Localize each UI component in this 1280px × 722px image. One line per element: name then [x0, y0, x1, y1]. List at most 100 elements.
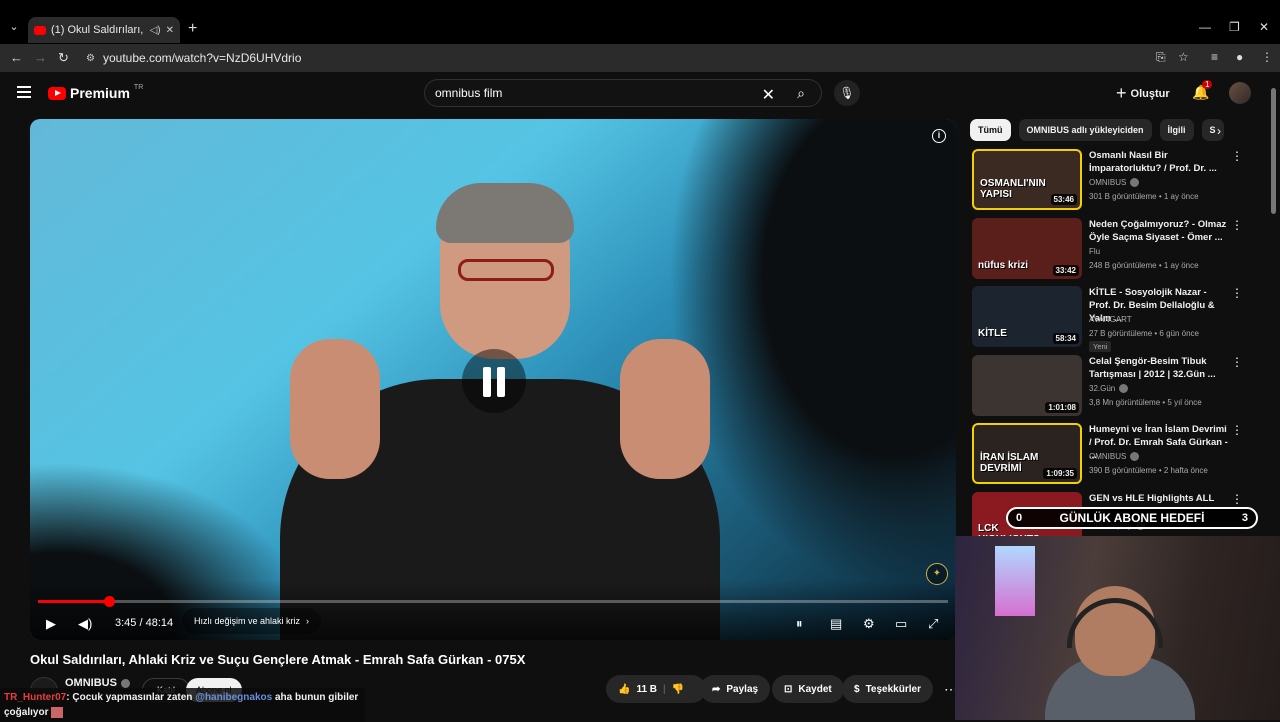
recommendation-item[interactable]: nüfus krizi 33:42 Neden Çoğalmıyoruz? - Ol…	[970, 216, 1270, 285]
tab-close-icon[interactable]: ✕	[166, 25, 174, 36]
recommendation-meta: 3,8 Mn görüntüleme • 5 yıl önce	[1089, 397, 1202, 407]
recommendation-channel[interactable]: AVANGART	[1089, 315, 1132, 324]
recommendation-title[interactable]: Osmanlı Nasıl Bir İmparatorluktu? / Prof…	[1089, 149, 1229, 175]
recommendation-channel-name: OMNIBUS	[1089, 452, 1127, 461]
install-icon[interactable]: ⎘	[1156, 50, 1166, 65]
recommendation-channel[interactable]: OMNIBUS	[1089, 178, 1140, 187]
voice-search-icon[interactable]: 🎙	[834, 80, 860, 106]
window-close-icon[interactable]: ✕	[1259, 20, 1269, 34]
recommendation-title[interactable]: Neden Çoğalmıyoruz? - Olmaz Öyle Saçma S…	[1089, 218, 1229, 244]
reload-icon[interactable]: ↻	[58, 50, 69, 66]
thumbnail-text: KİTLE	[978, 328, 1007, 339]
share-button[interactable]: ➦ Paylaş	[700, 675, 771, 703]
chat-text-suffix: aha bunun gibiler	[272, 692, 359, 703]
save-button[interactable]: ⊡ Kaydet	[772, 675, 844, 703]
recommendation-channel[interactable]: Flu	[1089, 247, 1100, 256]
brand-text: Premium	[70, 85, 130, 101]
minimize-icon[interactable]: —	[1199, 20, 1211, 34]
chevron-right-icon: ›	[306, 616, 310, 626]
more-options-icon[interactable]: ⋮	[1231, 423, 1243, 437]
more-options-icon[interactable]: ⋮	[1231, 218, 1243, 232]
browser-menu-icon[interactable]: ⋮	[1261, 50, 1273, 64]
restore-icon[interactable]: ❐	[1229, 20, 1240, 34]
search-input[interactable]: omnibus film ✕ ⌕	[424, 79, 822, 107]
subtitles-icon[interactable]: ▤	[830, 616, 842, 632]
back-icon[interactable]: ←	[10, 50, 23, 65]
recommendations-list: OSMANLI'NIN YAPISI 53:46 Osmanlı Nasıl Bir…	[970, 147, 1270, 558]
search-button[interactable]: ⌕	[781, 80, 821, 106]
recommendation-item[interactable]: KİTLE 58:34 KİTLE - Sosyolojik Nazar - Pro…	[970, 284, 1270, 353]
video-thumbnail[interactable]: İRAN İSLAM DEVRİMİ 1:09:35	[972, 423, 1082, 484]
audio-icon[interactable]: ◁)	[150, 25, 161, 36]
chip-from-uploader[interactable]: OMNIBUS adlı yükleyiciden	[1018, 119, 1152, 141]
like-icon[interactable]: 👍	[618, 684, 630, 695]
video-thumbnail[interactable]: 1:01:08	[972, 354, 1082, 416]
page-scrollbar[interactable]	[1271, 88, 1276, 214]
bookmark-star-icon[interactable]: ☆	[1178, 50, 1189, 64]
more-options-icon[interactable]: ⋮	[1231, 286, 1243, 300]
filter-chips: Tümü OMNIBUS adlı yükleyiciden İlgili S	[970, 119, 1224, 141]
forward-icon[interactable]: →	[34, 50, 47, 65]
thumbnail-text: İRAN İSLAM DEVRİMİ	[980, 452, 1039, 474]
youtube-premium-logo[interactable]: Premium TR	[48, 84, 143, 101]
recommendation-item[interactable]: 1:01:08 Celal Şengör-Besim Tibuk Tartışma…	[970, 353, 1270, 422]
browser-tab[interactable]: (1) Okul Saldırıları, Ahlaki K ◁) ✕	[28, 17, 180, 43]
video-thumbnail[interactable]: OSMANLI'NIN YAPISI 53:46	[972, 149, 1082, 210]
chip-all[interactable]: Tümü	[970, 119, 1011, 141]
thumbnail-text: nüfus krizi	[978, 259, 1029, 271]
site-info-icon[interactable]: ⚙	[86, 53, 95, 64]
new-tab-button[interactable]: +	[188, 20, 197, 38]
volume-icon[interactable]: ◀)	[78, 616, 92, 632]
autoplay-toggle-icon[interactable]: ⏸	[796, 616, 803, 632]
more-options-icon[interactable]: ⋮	[1231, 355, 1243, 369]
emote-icon	[51, 706, 64, 718]
media-icon[interactable]: ≡	[1211, 50, 1218, 64]
fullscreen-icon[interactable]: ⤢	[928, 616, 938, 632]
create-button[interactable]: + Oluştur	[1116, 83, 1170, 104]
video-player[interactable]: i ✦ ▶ ◀) 3:45 / 48:14 Hızlı değişim ve a…	[30, 119, 956, 640]
play-icon[interactable]: ▶	[46, 616, 56, 632]
recommendation-channel[interactable]: 32.Gün	[1089, 383, 1129, 393]
recommendation-title[interactable]: Celal Şengör-Besim Tibuk Tartışması | 20…	[1089, 355, 1229, 381]
video-thumbnail[interactable]: nüfus krizi 33:42	[972, 217, 1082, 279]
account-avatar[interactable]	[1229, 82, 1251, 104]
like-count[interactable]: 11 B	[636, 684, 657, 695]
search-icon: ⌕	[797, 84, 805, 101]
chips-next-icon[interactable]: ›	[1217, 124, 1221, 138]
duration-badge: 58:34	[1052, 333, 1079, 344]
duration-badge: 33:42	[1052, 264, 1079, 276]
notification-badge: 1	[1202, 80, 1213, 89]
recommendation-meta: 390 B görüntüleme • 2 hafta önce	[1089, 466, 1208, 475]
video-thumbnail[interactable]: KİTLE 58:34	[972, 286, 1082, 347]
menu-icon[interactable]	[17, 86, 31, 98]
dislike-icon[interactable]: 👎	[672, 684, 684, 695]
youtube-header: Premium TR omnibus film ✕ ⌕ 🎙 + Oluştur …	[0, 72, 1280, 116]
recommendation-item[interactable]: OSMANLI'NIN YAPISI 53:46 Osmanlı Nasıl Bir…	[970, 147, 1270, 216]
recommendation-item[interactable]: İRAN İSLAM DEVRİMİ 1:09:35 Humeyni ve İran…	[970, 421, 1270, 490]
clear-search-icon[interactable]: ✕	[762, 85, 775, 105]
pause-overlay-icon[interactable]	[462, 349, 526, 413]
goal-target: 3	[1241, 512, 1248, 524]
progress-bar[interactable]	[38, 596, 948, 607]
thanks-icon: $	[854, 683, 860, 695]
theater-mode-icon[interactable]: ▭	[895, 616, 907, 632]
url-field[interactable]: ⚙ youtube.com/watch?v=NzD6UHVdrio	[78, 47, 1198, 69]
recommendation-title[interactable]: GEN vs HLE Highlights ALL	[1089, 492, 1229, 505]
recommendation-channel-name: OMNIBUS	[1089, 178, 1127, 187]
info-icon[interactable]: i	[932, 129, 946, 143]
recommendation-channel-name: Flu	[1089, 246, 1101, 256]
chat-text: : Çocuk yapmasınlar zaten	[66, 692, 196, 703]
share-icon: ➦	[712, 683, 721, 695]
settings-gear-icon[interactable]: ⚙	[863, 616, 875, 632]
chip-related[interactable]: İlgili	[1159, 119, 1194, 141]
profile-icon[interactable]: ●	[1236, 50, 1243, 64]
tab-search-icon[interactable]: ⌄	[6, 20, 22, 36]
recommendation-channel[interactable]: OMNIBUS	[1089, 452, 1140, 461]
thanks-button[interactable]: $ Teşekkürler	[842, 675, 933, 703]
chapter-button[interactable]: Hızlı değişim ve ahlaki kriz ›	[182, 608, 322, 634]
more-options-icon[interactable]: ⋮	[1231, 492, 1243, 506]
notifications-bell-icon[interactable]: 🔔 1	[1192, 80, 1213, 101]
more-options-icon[interactable]: ⋮	[1231, 149, 1243, 163]
scrubber-knob[interactable]	[103, 596, 115, 607]
time-display: 3:45 / 48:14	[115, 617, 174, 629]
